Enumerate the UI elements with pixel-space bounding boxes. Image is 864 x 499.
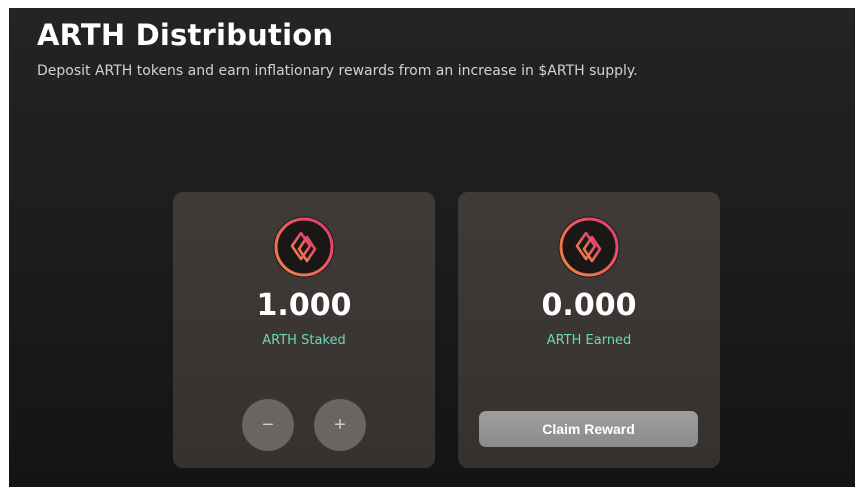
staked-card: 1.000 ARTH Staked − + [173, 192, 435, 468]
arth-token-icon [557, 215, 621, 279]
earned-amount: 0.000 [541, 288, 637, 323]
staked-label: ARTH Staked [262, 333, 346, 348]
plus-icon: + [334, 413, 346, 436]
claim-reward-button[interactable]: Claim Reward [479, 411, 698, 447]
arth-token-icon [272, 215, 336, 279]
stake-button[interactable]: + [314, 399, 366, 451]
distribution-panel: ARTH Distribution Deposit ARTH tokens an… [9, 8, 855, 487]
minus-icon: − [262, 413, 274, 436]
page-title: ARTH Distribution [37, 18, 334, 52]
earned-card: 0.000 ARTH Earned Claim Reward [458, 192, 720, 468]
unstake-button[interactable]: − [242, 399, 294, 451]
earned-label: ARTH Earned [546, 333, 632, 348]
staked-amount: 1.000 [256, 288, 352, 323]
page-subtitle: Deposit ARTH tokens and earn inflationar… [37, 63, 638, 79]
